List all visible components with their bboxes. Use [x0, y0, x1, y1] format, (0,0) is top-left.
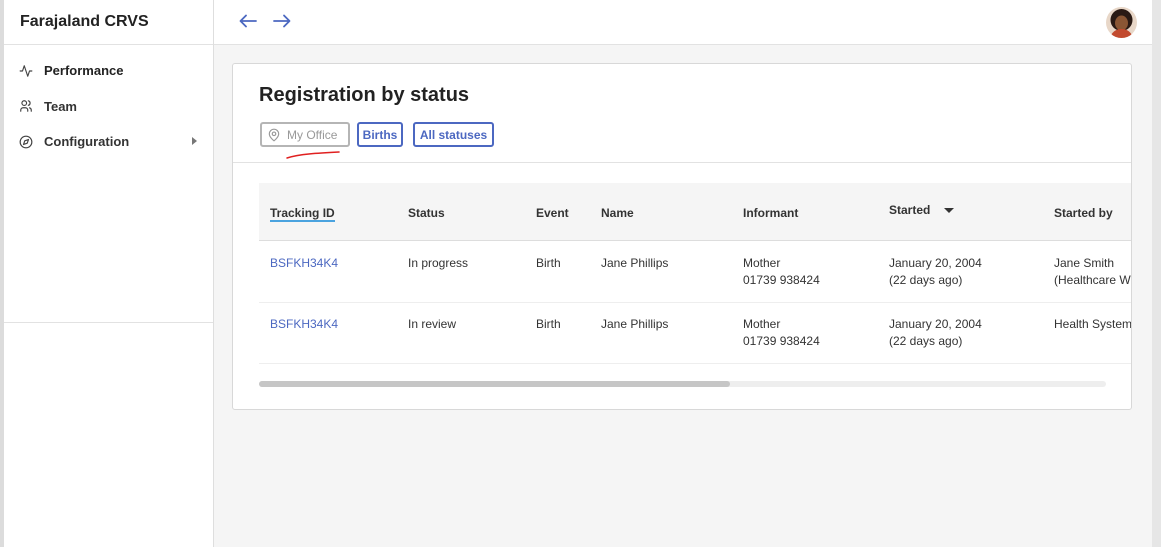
- sidebar-item-performance[interactable]: Performance: [4, 53, 213, 89]
- top-bar: [214, 0, 1152, 45]
- sidebar-item-team[interactable]: Team: [4, 89, 213, 125]
- tracking-id-link[interactable]: BSFKH34K4: [270, 316, 338, 333]
- column-header-status[interactable]: Status: [408, 206, 445, 220]
- table-row: BSFKH34K4 In progress Birth Jane Phillip…: [259, 242, 1131, 303]
- app-window: Farajaland CRVS Performance Team Configu…: [4, 0, 1152, 547]
- sidebar-divider: [4, 322, 213, 323]
- status-cell: In review: [408, 317, 457, 331]
- table-header: Tracking ID Status Event Name Informant …: [259, 183, 1131, 241]
- tracking-id-link[interactable]: BSFKH34K4: [270, 255, 338, 272]
- sidebar-item-label: Performance: [44, 63, 124, 79]
- registration-status-card: Registration by status My Office Births …: [232, 63, 1132, 410]
- status-cell: In progress: [408, 256, 469, 270]
- started-cell: January 20, 2004 (22 days ago): [889, 316, 982, 350]
- forward-button[interactable]: [270, 10, 294, 32]
- column-header-started-label: Started: [889, 203, 931, 217]
- page-title: Registration by status: [259, 84, 470, 106]
- started-date: January 20, 2004: [889, 317, 982, 331]
- event-cell: Birth: [536, 256, 561, 270]
- column-header-tracking-id[interactable]: Tracking ID: [270, 206, 335, 222]
- sidebar-item-configuration[interactable]: Configuration: [4, 124, 213, 160]
- informant-relation: Mother: [743, 256, 781, 270]
- sort-desc-icon[interactable]: [944, 208, 955, 214]
- started-ago: (22 days ago): [889, 334, 963, 348]
- column-header-name[interactable]: Name: [601, 206, 634, 220]
- sidebar-item-label: Configuration: [44, 134, 130, 150]
- started-cell: January 20, 2004 (22 days ago): [889, 255, 982, 289]
- sidebar-item-label: Team: [44, 98, 77, 114]
- office-filter-label: My Office: [287, 127, 338, 142]
- started-by-cell: Health System: [1054, 316, 1132, 333]
- scrollbar-thumb[interactable]: [259, 381, 730, 387]
- name-cell: Jane Phillips: [601, 317, 669, 331]
- column-header-started[interactable]: Started: [889, 203, 955, 217]
- compass-icon: [18, 134, 34, 150]
- chevron-right-icon: [192, 137, 197, 145]
- event-filter-label: Births: [362, 127, 398, 142]
- started-by-name: Health System: [1054, 317, 1132, 331]
- app-title: Farajaland CRVS: [20, 13, 149, 30]
- informant-cell: Mother 01739 938424: [743, 316, 820, 350]
- event-filter-pill[interactable]: Births: [357, 122, 403, 147]
- informant-cell: Mother 01739 938424: [743, 255, 820, 289]
- arrow-left-icon: [239, 14, 257, 28]
- sidebar: Farajaland CRVS Performance Team Configu…: [4, 0, 214, 547]
- name-cell: Jane Phillips: [601, 256, 669, 270]
- column-header-event[interactable]: Event: [536, 206, 569, 220]
- arrow-right-icon: [273, 14, 291, 28]
- status-filter-pill[interactable]: All statuses: [413, 122, 494, 147]
- started-by-cell: Jane Smith (Healthcare W: [1054, 255, 1131, 289]
- started-ago: (22 days ago): [889, 273, 963, 287]
- status-filter-label: All statuses: [419, 127, 488, 142]
- table-row: BSFKH34K4 In review Birth Jane Phillips …: [259, 303, 1132, 364]
- red-annotation-stroke: [286, 151, 340, 159]
- card-divider: [233, 162, 1131, 163]
- started-by-role: (Healthcare W: [1054, 273, 1131, 287]
- sidebar-nav: Performance Team Configuration: [4, 45, 213, 160]
- horizontal-scrollbar[interactable]: [259, 381, 1106, 387]
- back-button[interactable]: [236, 10, 260, 32]
- window-edge: [1152, 0, 1161, 547]
- column-header-started-by[interactable]: Started by: [1054, 206, 1113, 220]
- informant-phone: 01739 938424: [743, 273, 820, 287]
- informant-relation: Mother: [743, 317, 781, 331]
- office-filter-pill[interactable]: My Office: [260, 122, 350, 147]
- location-pin-icon: [268, 128, 280, 141]
- user-avatar-icon: [1106, 7, 1137, 38]
- started-by-name: Jane Smith: [1054, 256, 1115, 270]
- activity-icon: [18, 63, 34, 79]
- brand-header: Farajaland CRVS: [4, 0, 213, 45]
- event-cell: Birth: [536, 317, 561, 331]
- started-date: January 20, 2004: [889, 256, 982, 270]
- informant-phone: 01739 938424: [743, 334, 820, 348]
- users-icon: [18, 98, 34, 114]
- column-header-informant[interactable]: Informant: [743, 206, 798, 220]
- avatar[interactable]: [1106, 7, 1137, 38]
